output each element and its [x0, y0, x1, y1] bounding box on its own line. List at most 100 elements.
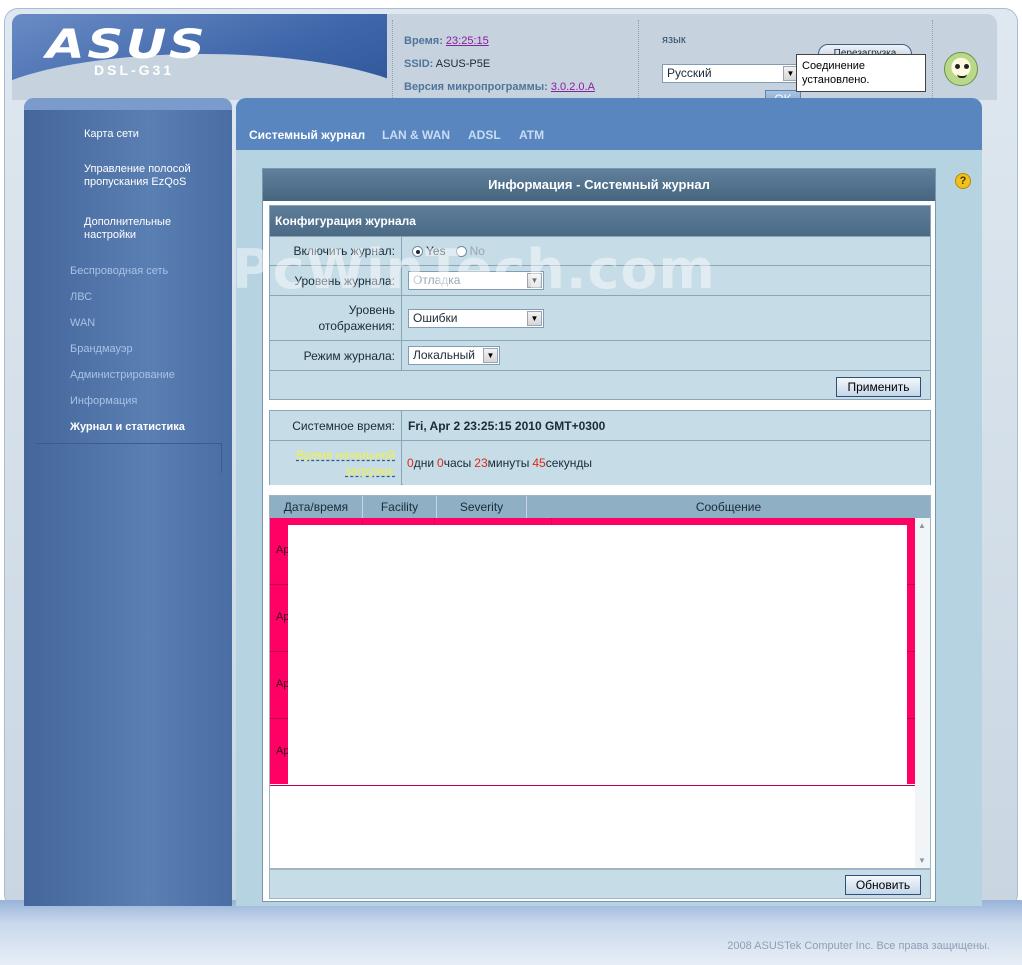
firmware-link[interactable]: 3.0.2.0.A — [551, 81, 595, 93]
uptime-hours: 0 — [437, 456, 444, 470]
column-header-severity[interactable]: Severity — [437, 496, 527, 518]
log-level-select[interactable]: Отладка ▼ — [408, 271, 544, 290]
connection-status-tooltip: Соединение установлено. — [796, 54, 926, 92]
display-level-label: Уровень отображения: — [270, 296, 402, 340]
sidebar-item-wan[interactable]: WAN — [70, 317, 95, 329]
enable-log-label: Включить журнал: — [270, 237, 402, 265]
system-time-box: Системное время: Fri, Apr 2 23:25:15 201… — [269, 410, 931, 485]
language-label: язык — [662, 34, 686, 46]
chevron-down-icon: ▼ — [527, 273, 542, 288]
sidebar-item-administration[interactable]: Администрирование — [70, 369, 175, 381]
ssid-value: ASUS-P5E — [435, 58, 491, 70]
log-level-row: Уровень журнала: Отладка ▼ — [270, 265, 930, 295]
uptime-value: 0 дни 0 часы 23 минуты 45 секунды — [403, 441, 930, 485]
log-level-label: Уровень журнала: — [270, 266, 402, 295]
log-table-header: Дата/время Facility Severity Сообщение — [270, 496, 930, 518]
refresh-bar: Обновить — [269, 869, 931, 899]
refresh-button[interactable]: Обновить — [845, 875, 921, 895]
mascot-eye — [955, 64, 960, 69]
display-level-row: Уровень отображения: Ошибки ▼ — [270, 295, 930, 340]
column-header-message[interactable]: Сообщение — [527, 496, 930, 518]
log-mode-selected: Локальный — [413, 348, 475, 362]
logo-area: ASUS DSL-G31 — [12, 14, 387, 100]
bottom-band — [0, 900, 1022, 965]
radio-yes[interactable] — [412, 245, 423, 257]
sidebar-item-log-stats[interactable]: Журнал и статистика — [70, 421, 185, 433]
model-name: DSL-G31 — [94, 62, 175, 78]
ssid-label: SSID: — [404, 58, 434, 70]
scroll-up-icon[interactable]: ▲ — [918, 521, 926, 530]
tabs-bar: Системный журнал LAN & WAN ADSL ATM — [236, 98, 982, 153]
scroll-down-icon[interactable]: ▼ — [918, 856, 926, 865]
tab-adsl[interactable]: ADSL — [468, 128, 501, 142]
uptime-row: Время начальной загрузки: 0 дни 0 часы 23 м… — [270, 440, 930, 485]
language-select[interactable]: Русский ▼ — [662, 64, 800, 83]
sidebar-item-information[interactable]: Информация — [70, 395, 137, 407]
tab-system-log[interactable]: Системный журнал — [249, 128, 365, 142]
header-separator — [932, 20, 933, 98]
mascot-eye — [964, 64, 969, 69]
header-separator — [638, 20, 639, 98]
apply-row: Применить — [270, 370, 930, 400]
system-time-row: Системное время: Fri, Apr 2 23:25:15 201… — [270, 411, 930, 440]
uptime-minutes: 23 — [474, 456, 488, 470]
uptime-seconds: 45 — [532, 456, 546, 470]
uptime-label[interactable]: Время начальной загрузки: — [270, 447, 395, 479]
sidebar-item-advanced[interactable]: Дополнительные настройки — [84, 216, 194, 242]
log-overlay-blank — [288, 525, 907, 785]
log-level-value: Отладка ▼ — [403, 266, 930, 295]
uptime-label-cell: Время начальной загрузки: — [270, 441, 402, 485]
log-mode-label: Режим журнала: — [270, 341, 402, 370]
sidebar-top — [24, 98, 232, 110]
log-rows-area: Ap Ap Ap Ap — [270, 518, 916, 786]
enable-log-row: Включить журнал: Yes No — [270, 236, 930, 265]
sidebar-divider — [36, 443, 222, 473]
log-scrollbar[interactable]: ▲ ▼ — [915, 518, 930, 868]
language-selected: Русский — [667, 66, 712, 80]
radio-yes-label: Yes — [426, 244, 446, 258]
time-link[interactable]: 23:25:15 — [446, 35, 489, 47]
log-mode-row: Режим журнала: Локальный ▼ — [270, 340, 930, 370]
sidebar-item-lan[interactable]: ЛВС — [70, 291, 92, 303]
uptime-days: 0 — [407, 456, 414, 470]
sidebar-item-firewall[interactable]: Брандмауэр — [70, 343, 133, 355]
copyright-text: 2008 ASUSTek Computer Inc. Все права защ… — [727, 940, 990, 952]
tab-atm[interactable]: ATM — [519, 128, 544, 142]
log-level-selected: Отладка — [413, 273, 461, 287]
column-header-facility[interactable]: Facility — [363, 496, 437, 518]
uptime-minutes-unit: минуты — [487, 456, 530, 470]
radio-no[interactable] — [455, 245, 467, 257]
sidebar-item-ezqos[interactable]: Управление полосой пропускания EzQoS — [84, 163, 204, 189]
log-config-heading: Конфигурация журнала — [270, 206, 930, 236]
header-info: Время: 23:25:15 SSID: ASUS-P5E Версия ми… — [404, 30, 595, 99]
apply-button[interactable]: Применить — [836, 377, 921, 397]
system-time-value: Fri, Apr 2 23:25:15 2010 GMT+0300 — [403, 411, 930, 440]
log-config-box: Конфигурация журнала Включить журнал: Ye… — [269, 205, 931, 400]
log-table: Дата/время Facility Severity Сообщение A… — [269, 495, 931, 869]
tab-lan-wan[interactable]: LAN & WAN — [382, 128, 450, 142]
header-separator — [392, 20, 393, 98]
mascot-icon[interactable] — [944, 52, 978, 86]
mascot-mouth — [957, 74, 967, 78]
enable-log-value: Yes No — [403, 237, 930, 265]
sidebar: Карта сети Управление полосой пропускани… — [24, 98, 232, 906]
display-level-select[interactable]: Ошибки ▼ — [408, 308, 544, 328]
firmware-label: Версия микропрограммы: — [404, 81, 548, 93]
sidebar-item-network-map[interactable]: Карта сети — [84, 128, 224, 141]
column-header-datetime[interactable]: Дата/время — [270, 496, 363, 518]
uptime-seconds-unit: секунды — [545, 456, 593, 470]
time-label: Время: — [404, 35, 443, 47]
help-icon[interactable]: ? — [955, 173, 971, 189]
system-time-label: Системное время: — [270, 411, 402, 440]
sidebar-item-wireless[interactable]: Беспроводная сеть — [70, 265, 168, 277]
display-level-selected: Ошибки — [413, 310, 458, 325]
chevron-down-icon: ▼ — [527, 310, 542, 326]
log-mode-value: Локальный ▼ — [403, 341, 930, 370]
chevron-down-icon: ▼ — [483, 348, 498, 363]
display-level-value: Ошибки ▼ — [403, 296, 930, 340]
uptime-hours-unit: часы — [443, 456, 472, 470]
radio-no-label: No — [469, 244, 485, 258]
log-mode-select[interactable]: Локальный ▼ — [408, 346, 500, 365]
uptime-days-unit: дни — [413, 456, 435, 470]
info-panel: Информация - Системный журнал Конфигурац… — [262, 168, 936, 902]
